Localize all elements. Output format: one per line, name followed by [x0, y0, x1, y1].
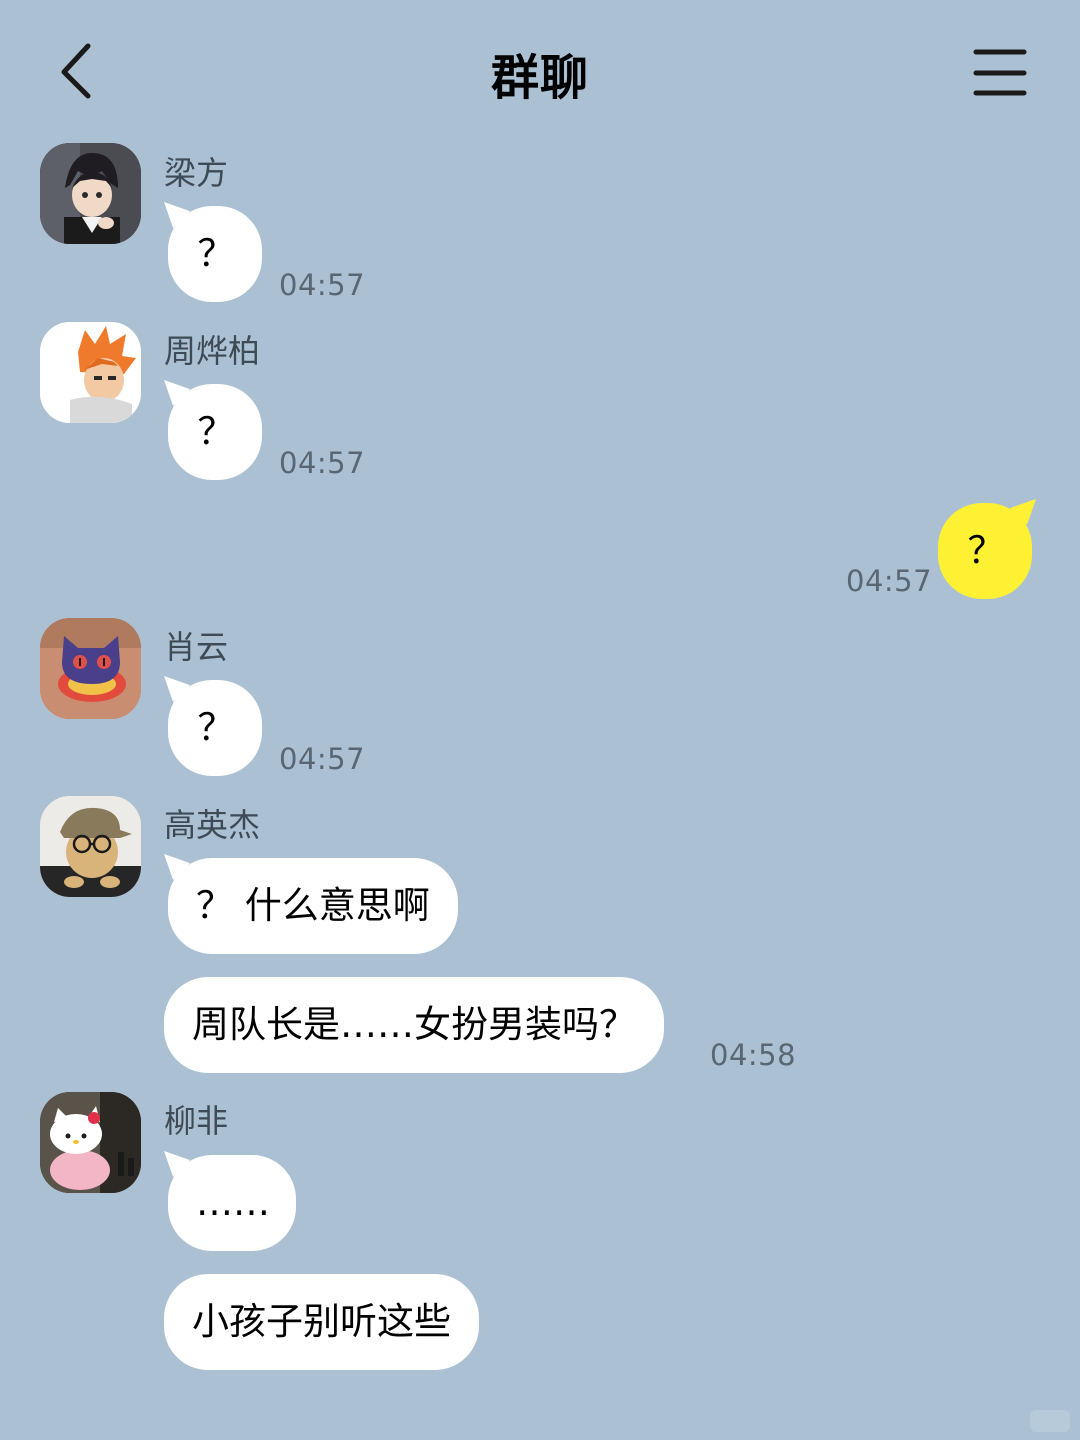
my-message-bubble[interactable]: ？: [938, 503, 1032, 599]
message-text: ？: [197, 706, 235, 749]
message-bubble[interactable]: 小孩子别听这些: [164, 1274, 479, 1370]
message-bubble[interactable]: ……: [168, 1155, 296, 1251]
sender-name: 周烨柏: [164, 332, 261, 370]
plush-bear-with-hat-avatar-icon: [40, 796, 141, 897]
watermark: [1030, 1410, 1070, 1432]
purple-cat-avatar-icon: [40, 618, 141, 719]
message-time: 04:58: [710, 1038, 797, 1072]
sender-name: 柳非: [164, 1102, 229, 1140]
sender-name: 肖云: [164, 628, 229, 666]
message-bubble[interactable]: ？: [168, 384, 262, 480]
message-time: 04:57: [279, 268, 366, 302]
message-time: 04:57: [279, 446, 366, 480]
message-text: 小孩子别听这些: [192, 1300, 451, 1343]
hello-kitty-avatar-icon: [40, 1092, 141, 1193]
message-text: ？: [197, 410, 235, 453]
hamburger-menu-icon: [973, 49, 1027, 96]
message-bubble[interactable]: ？: [168, 680, 262, 776]
sender-name: 高英杰: [164, 806, 261, 844]
avatar-plush-bear[interactable]: [40, 796, 141, 897]
avatar-anime-boy[interactable]: [40, 143, 141, 244]
message-text: ？: [967, 529, 1005, 572]
chat-title: 群聊: [490, 50, 589, 106]
avatar-purple-cat[interactable]: [40, 618, 141, 719]
message-text: 周队长是……女扮男装吗？: [192, 1003, 636, 1046]
message-text: ？ 什么意思啊: [196, 884, 430, 927]
message-time: 04:57: [846, 564, 933, 598]
sender-name: 梁方: [164, 154, 229, 192]
message-bubble[interactable]: ？ 什么意思啊: [168, 858, 458, 954]
message-bubble[interactable]: ？: [168, 206, 262, 302]
anime-boy-avatar-icon: [40, 143, 141, 244]
avatar-orange-hair[interactable]: [40, 322, 141, 423]
message-text: ？: [197, 232, 235, 275]
message-bubble[interactable]: 周队长是……女扮男装吗？: [164, 977, 664, 1073]
chat-header: 群聊: [0, 0, 1080, 140]
avatar-hello-kitty[interactable]: [40, 1092, 141, 1193]
menu-button[interactable]: [968, 46, 1032, 100]
message-text: ……: [196, 1181, 270, 1224]
message-time: 04:57: [279, 742, 366, 776]
anime-orange-hair-avatar-icon: [40, 322, 141, 423]
